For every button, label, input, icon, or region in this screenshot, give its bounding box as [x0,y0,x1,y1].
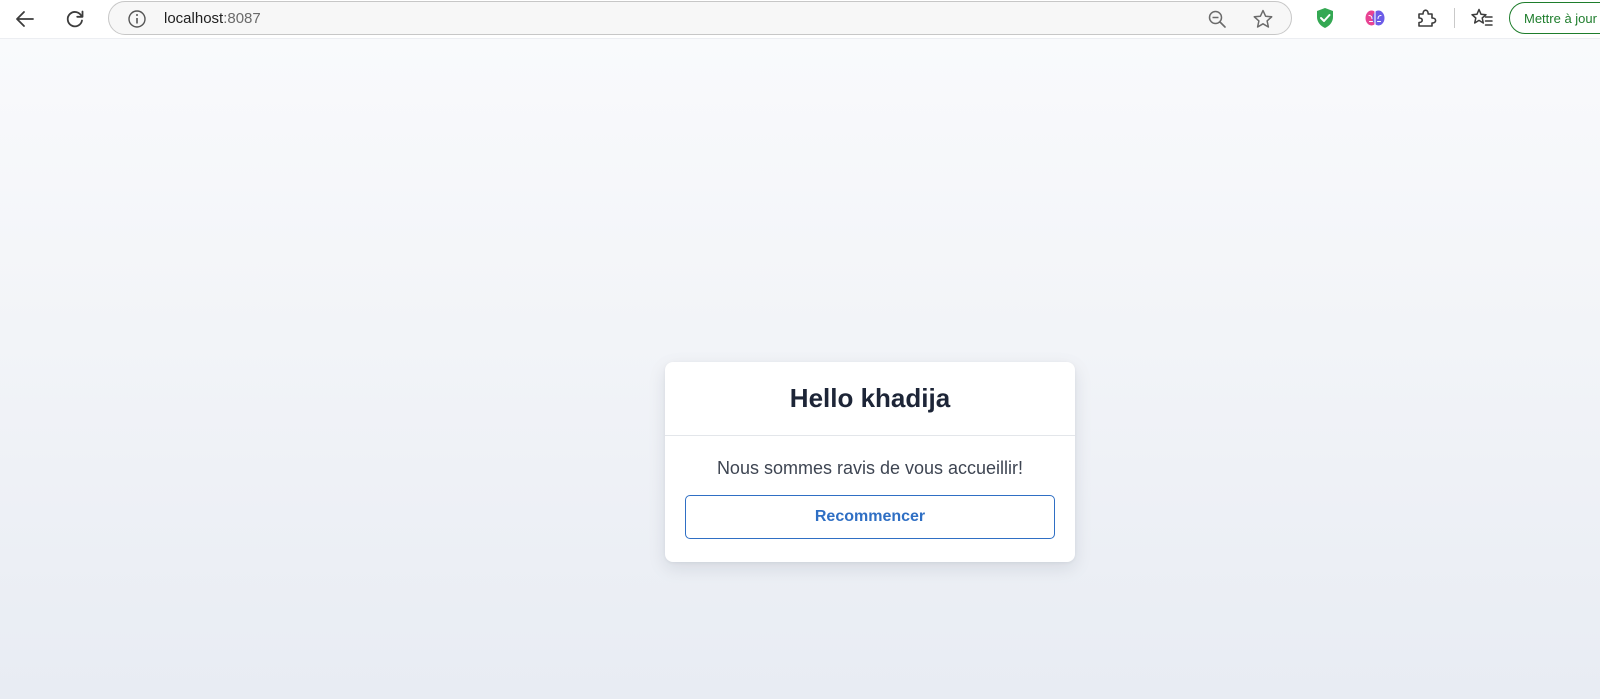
favorites-icon[interactable] [1470,6,1494,30]
info-icon[interactable] [127,9,147,29]
card-header: Hello khadija [665,362,1075,436]
card-body: Nous sommes ravis de vous accueillir! Re… [665,436,1075,539]
back-arrow-icon [16,11,34,27]
browser-toolbar: localhost:8087 Mettre à jour [0,0,1600,38]
star-icon[interactable] [1252,8,1274,30]
brain-icon[interactable] [1363,6,1387,30]
url-text[interactable]: localhost:8087 [164,10,261,27]
restart-button[interactable]: Recommencer [685,495,1055,539]
url-port: :8087 [223,10,261,27]
puzzle-icon[interactable] [1414,6,1438,30]
address-bar[interactable]: localhost:8087 [108,1,1292,35]
greeting-title: Hello khadija [789,383,951,413]
url-host: localhost [164,10,224,27]
back-button[interactable] [9,3,41,35]
welcome-card: Hello khadija Nous sommes ravis de vous … [665,362,1075,562]
toolbar-separator [1454,8,1455,28]
shield-icon[interactable] [1313,6,1337,30]
zoom-out-icon[interactable] [1207,9,1227,29]
update-browser-button[interactable]: Mettre à jour [1509,2,1600,34]
reload-icon [66,10,84,28]
welcome-message: Nous sommes ravis de vous accueillir! [716,458,1024,478]
page-viewport: Hello khadija Nous sommes ravis de vous … [0,38,1600,699]
reload-button[interactable] [59,3,91,35]
